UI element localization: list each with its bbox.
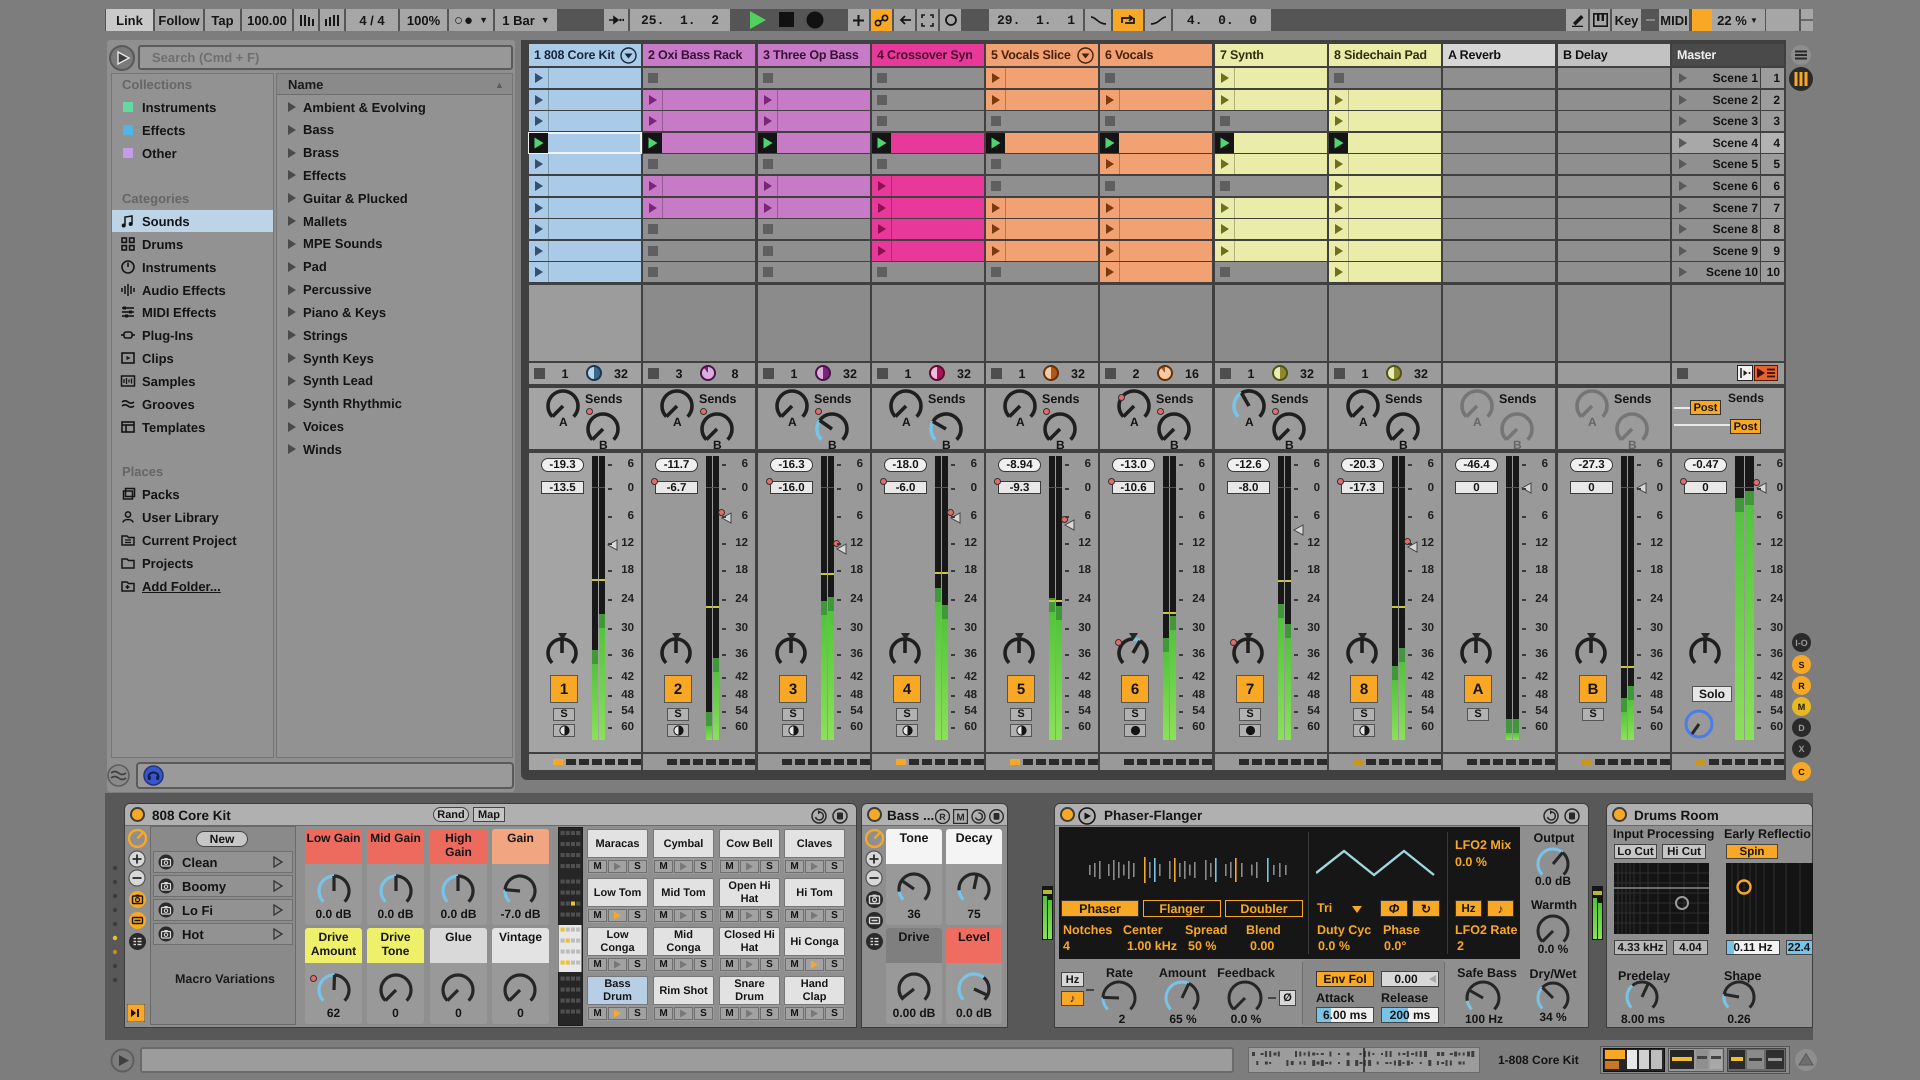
svg-text:M: M bbox=[956, 813, 964, 824]
svg-text:R: R bbox=[939, 812, 946, 822]
